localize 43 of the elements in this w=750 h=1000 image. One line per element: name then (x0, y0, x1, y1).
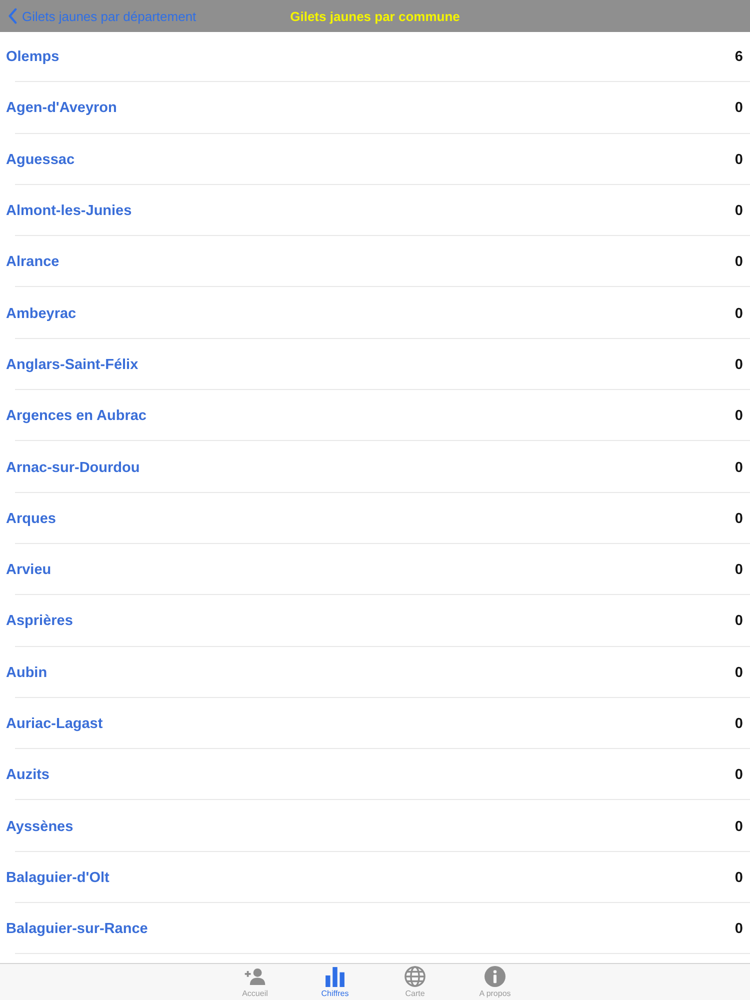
commune-name: Arnac-sur-Dourdou (6, 460, 140, 476)
commune-name: Almont-les-Junies (6, 203, 132, 220)
commune-name: Agen-d'Aveyron (6, 100, 117, 116)
commune-name: Ambeyrac (6, 306, 76, 322)
chevron-left-icon (8, 8, 17, 24)
count-value: 0 (734, 408, 743, 424)
count-value: 0 (734, 152, 743, 168)
commune-name: Auzits (6, 767, 50, 784)
count-value: 0 (734, 818, 743, 835)
commune-name: Aguessac (6, 152, 75, 168)
count-value: 0 (734, 613, 743, 630)
commune-name: Arques (6, 510, 56, 527)
commune-name: Argences en Aubrac (6, 408, 146, 424)
count-value: 0 (734, 203, 743, 220)
commune-name: Ayssènes (6, 818, 74, 835)
commune-name: Alrance (6, 254, 60, 270)
commune-name: Aubin (6, 664, 48, 681)
count-value: 0 (734, 510, 743, 527)
person-add-icon (244, 966, 266, 987)
count-value: 0 (734, 254, 743, 270)
page-title: Gilets jaunes par commune (290, 8, 460, 24)
count-value: 0 (734, 767, 743, 784)
commune-name: Auriac-Lagast (6, 716, 103, 732)
commune-name: Anglars-Saint-Félix (6, 356, 138, 373)
globe-icon (404, 966, 426, 987)
commune-name: Olemps (6, 49, 60, 66)
count-value: 0 (734, 306, 743, 322)
count-value: 6 (734, 49, 743, 66)
count-value: 0 (734, 870, 743, 886)
info-icon (484, 966, 506, 987)
count-value: 0 (734, 562, 743, 578)
commune-name: Balaguier-d'Olt (6, 870, 110, 886)
commune-name: Balaguier-sur-Rance (6, 921, 148, 938)
count-value: 0 (734, 460, 743, 476)
bar-chart-icon (324, 966, 346, 987)
tab-button[interactable]: Chiffres (295, 964, 375, 1000)
count-value: 0 (734, 356, 743, 373)
count-value: 0 (734, 716, 743, 732)
count-value: 0 (734, 100, 743, 116)
count-value: 0 (734, 664, 743, 681)
count-value: 0 (734, 921, 743, 938)
commune-name: Asprières (6, 613, 73, 630)
commune-name: Arvieu (6, 562, 52, 578)
